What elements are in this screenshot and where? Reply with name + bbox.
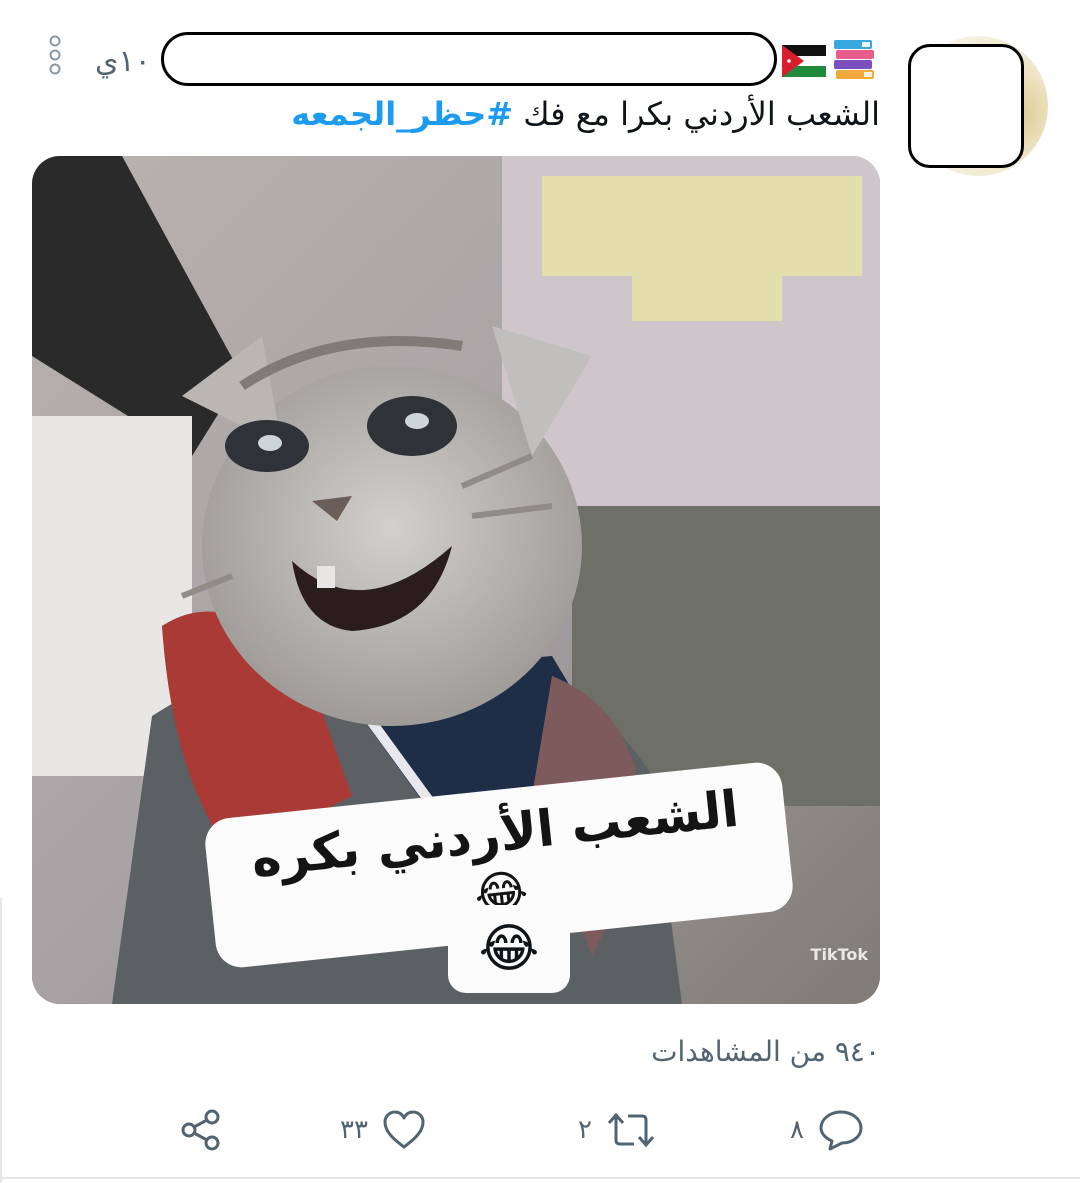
display-name-redaction [161, 32, 777, 86]
divider [0, 1177, 1080, 1179]
laughing-emoji-icon: 😂 [478, 919, 540, 979]
view-count[interactable]: ٩٤٠ من المشاهدات [560, 1035, 880, 1068]
books-icon [834, 40, 874, 79]
heart-icon[interactable] [382, 1108, 426, 1152]
hashtag-link[interactable]: #حظر_الجمعه [291, 95, 513, 133]
share-action[interactable] [180, 1105, 224, 1155]
reply-icon[interactable] [818, 1108, 864, 1152]
avatar-redaction [908, 44, 1024, 168]
share-icon[interactable] [180, 1108, 224, 1152]
more-vertical-icon[interactable] [44, 34, 66, 78]
retweet-action[interactable]: ٢ [578, 1105, 656, 1155]
reply-count: ٨ [790, 1115, 804, 1145]
retweet-icon[interactable] [606, 1108, 656, 1152]
retweet-count: ٢ [578, 1115, 592, 1145]
jordan-flag-icon [782, 45, 826, 77]
tweet-time[interactable]: ١٠ي [95, 44, 151, 79]
like-action[interactable]: ٣٣ [340, 1105, 426, 1155]
like-count: ٣٣ [340, 1115, 368, 1145]
reply-action[interactable]: ٨ [790, 1105, 864, 1155]
thread-line [0, 898, 10, 1183]
watermark: TikTok [810, 945, 868, 964]
tweet-body: الشعب الأردني بكرا مع فك [523, 95, 880, 133]
caption-emoji-box: 😂 [448, 905, 570, 993]
tweet-text: الشعب الأردني بكرا مع فك #حظر_الجمعه [250, 92, 880, 136]
